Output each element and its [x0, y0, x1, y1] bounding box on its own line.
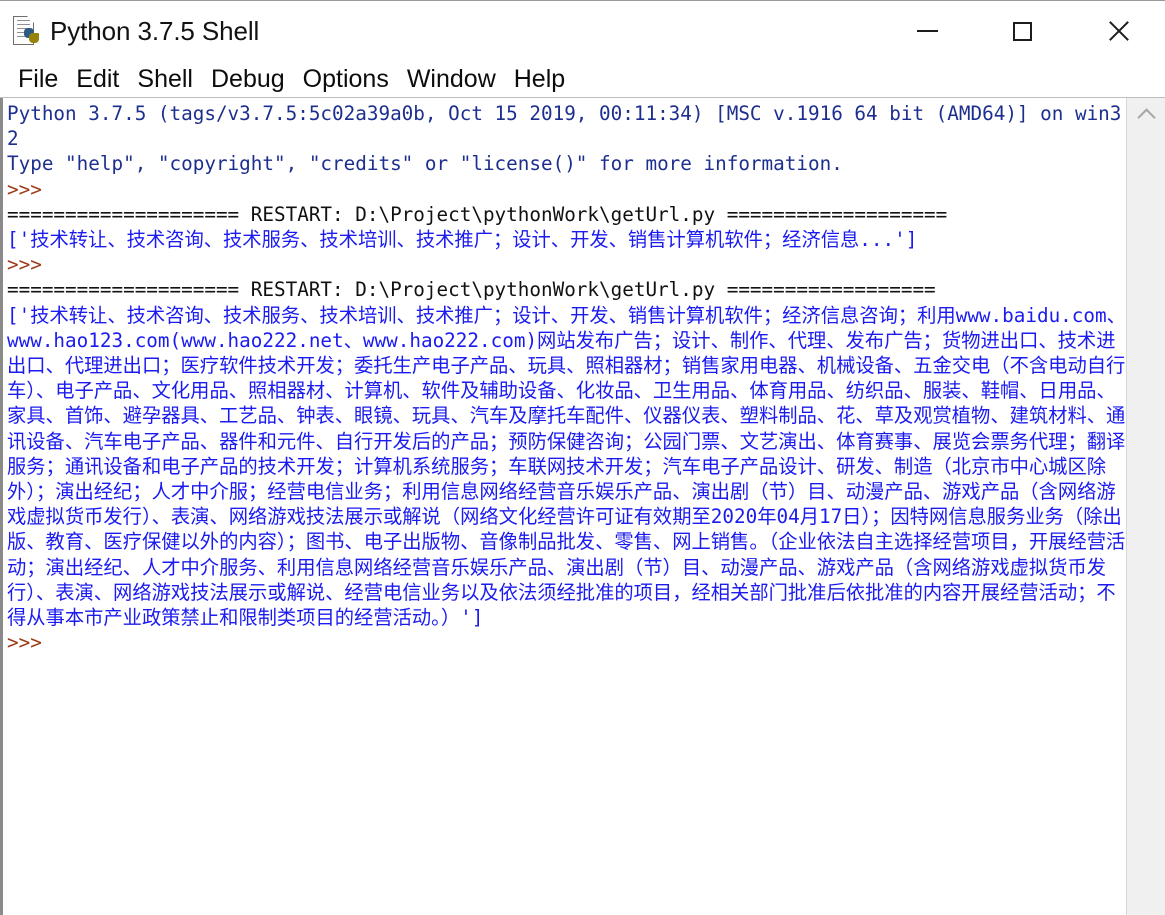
- python-shell-window: Python 3.7.5 Shell File Edit Shell Debug…: [0, 0, 1165, 915]
- title-bar-left: Python 3.7.5 Shell: [0, 15, 259, 47]
- vertical-scrollbar[interactable]: [1126, 98, 1165, 915]
- menu-item-help[interactable]: Help: [505, 65, 574, 94]
- menu-item-window[interactable]: Window: [398, 65, 505, 94]
- shell-line-output: ['技术转让、技术咨询、技术服务、技术培训、技术推广；设计、开发、销售计算机软件…: [7, 303, 1126, 630]
- scroll-up-button[interactable]: [1127, 98, 1165, 132]
- menu-item-debug[interactable]: Debug: [202, 65, 294, 94]
- shell-line-banner: Python 3.7.5 (tags/v3.7.5:5c02a39a0b, Oc…: [7, 102, 1122, 151]
- menu-item-options[interactable]: Options: [294, 65, 398, 94]
- close-button[interactable]: [1070, 3, 1165, 59]
- shell-line-restart: ==================== RESTART: D:\Project…: [7, 278, 936, 302]
- chevron-up-icon: [1136, 107, 1156, 127]
- menu-item-file[interactable]: File: [9, 65, 67, 94]
- shell-line-output: ['技术转让、技术咨询、技术服务、技术培训、技术推广；设计、开发、销售计算机软件…: [7, 228, 918, 252]
- menu-bar: File Edit Shell Debug Options Window Hel…: [0, 61, 1165, 97]
- python-idle-icon: [11, 15, 41, 47]
- title-bar: Python 3.7.5 Shell: [0, 1, 1165, 61]
- close-icon: [1106, 19, 1130, 43]
- shell-line-prompt: >>>: [7, 253, 54, 277]
- minimize-button[interactable]: [880, 3, 975, 59]
- shell-line-prompt: >>>: [7, 631, 54, 655]
- menu-item-edit[interactable]: Edit: [67, 65, 128, 94]
- shell-area: Python 3.7.5 (tags/v3.7.5:5c02a39a0b, Oc…: [0, 97, 1165, 915]
- window-controls: [880, 1, 1165, 61]
- window-title: Python 3.7.5 Shell: [50, 15, 260, 46]
- minimize-icon: [917, 30, 938, 32]
- menu-item-shell[interactable]: Shell: [128, 65, 202, 94]
- shell-line-prompt: >>>: [7, 177, 54, 201]
- maximize-icon: [1013, 21, 1032, 41]
- shell-text-output[interactable]: Python 3.7.5 (tags/v3.7.5:5c02a39a0b, Oc…: [3, 98, 1126, 915]
- maximize-button[interactable]: [975, 3, 1070, 59]
- scrollbar-track[interactable]: [1127, 132, 1165, 915]
- shell-line-banner: Type "help", "copyright", "credits" or "…: [7, 152, 843, 176]
- shell-line-restart: ==================== RESTART: D:\Project…: [7, 202, 948, 226]
